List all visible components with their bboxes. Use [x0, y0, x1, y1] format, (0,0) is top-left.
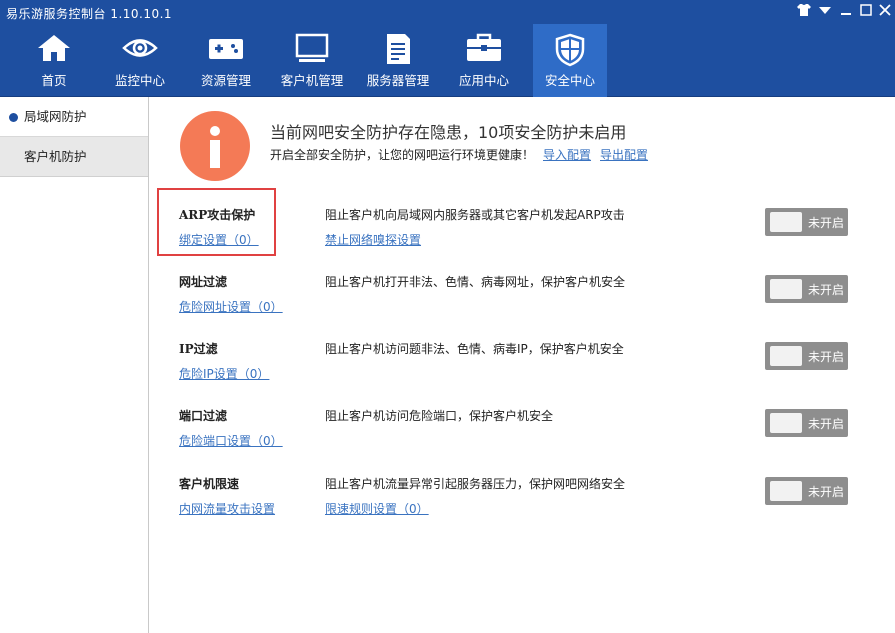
nav-label: 监控中心	[114, 73, 165, 88]
toggle-label: 未开启	[808, 350, 845, 364]
toggle-label: 未开启	[808, 417, 845, 431]
nav-monitor-center[interactable]: 监控中心	[100, 24, 180, 97]
toggle-label: 未开启	[808, 216, 845, 230]
speed-limit-rules-link[interactable]: 限速规则设置（0）	[325, 500, 429, 517]
sidebar-item-lan-protection[interactable]: 局域网防护	[0, 97, 148, 137]
toggle-label: 未开启	[808, 283, 845, 297]
monitor-icon	[295, 33, 329, 62]
window-title: 易乐游服务控制台 1.10.10.1	[6, 7, 173, 21]
arp-toggle[interactable]: 未开启	[765, 208, 848, 236]
bullet-icon	[9, 113, 18, 122]
nav-label: 客户机管理	[280, 73, 344, 88]
nav-label: 应用中心	[458, 73, 509, 88]
nav-resource-management[interactable]: 资源管理	[186, 24, 266, 97]
shield-icon	[555, 33, 585, 67]
sidebar-item-label: 局域网防护	[24, 109, 87, 124]
highlight-annotation-box	[157, 188, 276, 256]
server-icon	[387, 34, 410, 64]
speed-limit-toggle[interactable]: 未开启	[765, 477, 848, 505]
eye-icon	[122, 39, 158, 57]
nav-app-center[interactable]: 应用中心	[444, 24, 524, 97]
warning-info-icon	[180, 111, 250, 181]
danger-port-settings-link[interactable]: 危险端口设置（0）	[179, 432, 283, 449]
danger-url-settings-link[interactable]: 危险网址设置（0）	[179, 298, 283, 315]
lan-traffic-attack-settings-link[interactable]: 内网流量攻击设置	[179, 500, 275, 517]
protection-row-url-filter: 网址过滤 危险网址设置（0） 阻止客户机打开非法、色情、病毒网址，保护客户机安全…	[150, 265, 895, 332]
toggle-knob	[770, 346, 802, 366]
danger-ip-settings-link[interactable]: 危险IP设置（0）	[179, 365, 269, 382]
export-config-link[interactable]: 导出配置	[600, 146, 648, 163]
shirt-icon[interactable]	[795, 3, 813, 21]
protection-name: IP过滤	[179, 342, 218, 356]
ip-filter-toggle[interactable]: 未开启	[765, 342, 848, 370]
toggle-knob	[770, 481, 802, 501]
security-subline: 开启全部安全防护，让您的网吧运行环境更健康！	[270, 148, 535, 162]
nav-label: 安全中心	[544, 73, 595, 88]
nav-label: 资源管理	[200, 73, 251, 88]
protection-name: 网址过滤	[179, 275, 228, 289]
main-nav: 首页 监控中心 资源管理 客户机管理 服务器管理 应用中心 安全中心	[0, 24, 895, 97]
protection-desc: 阻止客户机访问危险端口，保护客户机安全	[325, 409, 554, 423]
toggle-knob	[770, 413, 802, 433]
import-config-link[interactable]: 导入配置	[543, 146, 591, 163]
protection-name: 客户机限速	[179, 477, 240, 491]
maximize-icon[interactable]	[857, 3, 875, 21]
nav-label: 首页	[41, 73, 67, 88]
port-filter-toggle[interactable]: 未开启	[765, 409, 848, 437]
close-icon[interactable]	[876, 3, 894, 21]
protection-row-client-speed-limit: 客户机限速 内网流量攻击设置 阻止客户机流量异常引起服务器压力，保护网吧网络安全…	[150, 467, 895, 534]
title-bar: 易乐游服务控制台 1.10.10.1	[0, 0, 895, 24]
protection-desc: 阻止客户机访问题非法、色情、病毒IP，保护客户机安全	[325, 342, 624, 356]
protection-desc: 阻止客户机流量异常引起服务器压力，保护网吧网络安全	[325, 477, 626, 491]
nav-home[interactable]: 首页	[14, 24, 94, 97]
protection-name: 端口过滤	[179, 409, 228, 423]
home-icon	[38, 35, 70, 61]
protection-desc: 阻止客户机向局域网内服务器或其它客户机发起ARP攻击	[325, 208, 625, 222]
protection-row-ip-filter: IP过滤 危险IP设置（0） 阻止客户机访问题非法、色情、病毒IP，保护客户机安…	[150, 332, 895, 399]
sidebar: 局域网防护 客户机防护	[0, 97, 149, 633]
protection-row-port-filter: 端口过滤 危险端口设置（0） 阻止客户机访问危险端口，保护客户机安全 未开启	[150, 399, 895, 466]
toolbox-icon	[467, 33, 501, 61]
main-content: 当前网吧安全防护存在隐患，10项安全防护未启用 开启全部安全防护，让您的网吧运行…	[150, 97, 895, 633]
url-filter-toggle[interactable]: 未开启	[765, 275, 848, 303]
minimize-icon[interactable]	[837, 3, 855, 21]
nav-security-center[interactable]: 安全中心	[533, 24, 607, 97]
toggle-knob	[770, 279, 802, 299]
security-headline: 当前网吧安全防护存在隐患，10项安全防护未启用	[270, 123, 627, 142]
nav-label: 服务器管理	[366, 73, 430, 88]
toggle-label: 未开启	[808, 485, 845, 499]
toggle-knob	[770, 212, 802, 232]
sniff-block-settings-link[interactable]: 禁止网络嗅探设置	[325, 231, 421, 248]
gamepad-icon	[209, 39, 243, 59]
protection-desc: 阻止客户机打开非法、色情、病毒网址，保护客户机安全	[325, 275, 626, 289]
nav-server-management[interactable]: 服务器管理	[358, 24, 438, 97]
sidebar-item-client-protection[interactable]: 客户机防护	[0, 137, 148, 177]
sidebar-item-label: 客户机防护	[24, 149, 87, 164]
nav-client-management[interactable]: 客户机管理	[272, 24, 352, 97]
menu-down-icon[interactable]	[816, 3, 834, 21]
